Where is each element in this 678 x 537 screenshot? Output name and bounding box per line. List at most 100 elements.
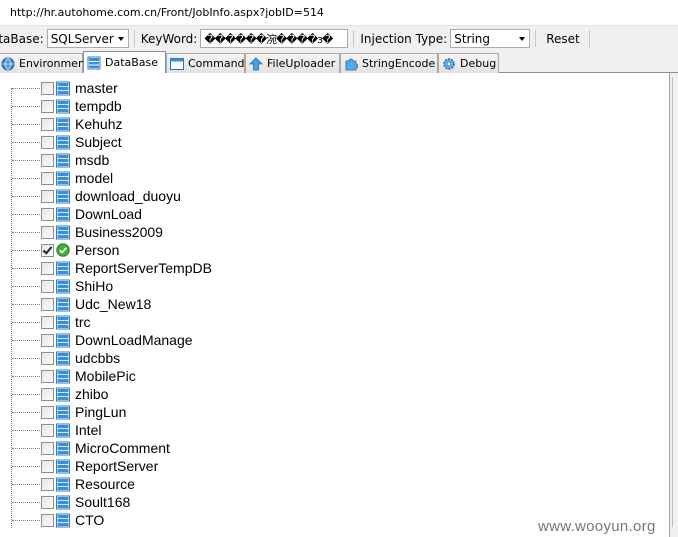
tab-debug[interactable]: Debug [438, 53, 499, 73]
tree-node-label[interactable]: msdb [75, 151, 109, 169]
tree-connector [12, 196, 40, 197]
tree-node-label[interactable]: download_duoyu [75, 187, 181, 205]
node-checkbox[interactable] [41, 118, 54, 131]
node-checkbox[interactable] [41, 208, 54, 221]
database-tree: master tempdb Kehuhz Subject msdb model downlo… [0, 79, 660, 529]
tree-node[interactable]: master [0, 79, 660, 97]
tree-node[interactable]: download_duoyu [0, 187, 660, 205]
tree-node-label[interactable]: Resource [75, 475, 135, 493]
node-checkbox[interactable] [41, 406, 54, 419]
tab-fileuploader[interactable]: FileUploader [245, 53, 340, 73]
node-checkbox[interactable] [41, 82, 54, 95]
tree-node-label[interactable]: model [75, 169, 113, 187]
tree-node[interactable]: Kehuhz [0, 115, 660, 133]
tree-node-label[interactable]: zhibo [75, 385, 108, 403]
node-checkbox[interactable] [41, 298, 54, 311]
node-checkbox[interactable] [41, 100, 54, 113]
tree-node-label[interactable]: MobilePic [75, 367, 136, 385]
node-checkbox[interactable] [41, 424, 54, 437]
injection-type-select[interactable]: String [450, 29, 531, 48]
database-icon [56, 297, 70, 312]
tree-node[interactable]: trc [0, 313, 660, 331]
tree-node-label[interactable]: Business2009 [75, 223, 163, 241]
node-checkbox[interactable] [41, 280, 54, 293]
database-tree-panel[interactable]: master tempdb Kehuhz Subject msdb model downlo… [0, 73, 670, 537]
node-checkbox[interactable] [41, 334, 54, 347]
tab-stringencode[interactable]: StringEncode [340, 53, 438, 73]
tree-connector [12, 160, 40, 161]
node-checkbox[interactable] [41, 136, 54, 149]
tree-node-label[interactable]: ReportServerTempDB [75, 259, 212, 277]
tree-node-label[interactable]: trc [75, 313, 91, 331]
tree-node[interactable]: DownLoad [0, 205, 660, 223]
node-checkbox[interactable] [41, 226, 54, 239]
tree-node-label[interactable]: udcbbs [75, 349, 120, 367]
node-checkbox[interactable] [41, 262, 54, 275]
tree-connector [12, 322, 40, 323]
tree-node[interactable]: MobilePic [0, 367, 660, 385]
tree-node-label[interactable]: Soult168 [75, 493, 130, 511]
tree-node-label[interactable]: ShiHo [75, 277, 113, 295]
keyword-input[interactable]: ������涴����з� [200, 29, 349, 48]
tree-node[interactable]: MicroComment [0, 439, 660, 457]
tree-node[interactable]: ReportServerTempDB [0, 259, 660, 277]
tree-node[interactable]: Intel [0, 421, 660, 439]
url-bar[interactable]: http://hr.autohome.com.cn/Front/JobInfo.… [0, 0, 678, 26]
tree-node-label[interactable]: ReportServer [75, 457, 158, 475]
tree-node-label[interactable]: PingLun [75, 403, 126, 421]
node-checkbox[interactable] [41, 460, 54, 473]
tree-node-label[interactable]: MicroComment [75, 439, 170, 457]
tree-node-label[interactable]: Udc_New18 [75, 295, 151, 313]
tree-node[interactable]: Resource [0, 475, 660, 493]
tree-node[interactable]: Udc_New18 [0, 295, 660, 313]
tab-bar: Environment DataBase Command FileUploade… [0, 51, 678, 73]
node-checkbox[interactable] [41, 442, 54, 455]
tree-connector [12, 232, 40, 233]
tree-node[interactable]: ReportServer [0, 457, 660, 475]
keyword-value: ������涴����з� [204, 32, 333, 46]
tree-node[interactable]: Subject [0, 133, 660, 151]
tab-database[interactable]: DataBase [83, 51, 166, 73]
node-checkbox[interactable] [41, 388, 54, 401]
node-checkbox[interactable] [41, 154, 54, 167]
tree-node-label[interactable]: tempdb [75, 97, 122, 115]
node-checkbox[interactable] [41, 496, 54, 509]
node-checkbox[interactable] [41, 244, 54, 257]
tree-node[interactable]: PingLun [0, 403, 660, 421]
database-icon [56, 135, 70, 150]
tree-node[interactable]: ShiHo [0, 277, 660, 295]
node-checkbox[interactable] [41, 316, 54, 329]
injection-type-value: String [454, 31, 491, 46]
database-icon [56, 225, 70, 240]
node-checkbox[interactable] [41, 172, 54, 185]
splitter[interactable] [670, 73, 678, 537]
node-checkbox[interactable] [41, 370, 54, 383]
tree-node-label[interactable]: Subject [75, 133, 122, 151]
tree-node-label[interactable]: master [75, 79, 118, 97]
tree-node[interactable]: model [0, 169, 660, 187]
tree-node-label[interactable]: DownLoad [75, 205, 142, 223]
tree-node[interactable]: Person [0, 241, 660, 259]
node-checkbox[interactable] [41, 352, 54, 365]
node-checkbox[interactable] [41, 478, 54, 491]
node-checkbox[interactable] [41, 190, 54, 203]
database-icon [56, 189, 70, 204]
tree-node[interactable]: DownLoadManage [0, 331, 660, 349]
node-checkbox[interactable] [41, 514, 54, 527]
url-text[interactable]: http://hr.autohome.com.cn/Front/JobInfo.… [0, 6, 324, 19]
tab-environment[interactable]: Environment [0, 53, 89, 73]
tree-node-label[interactable]: Intel [75, 421, 101, 439]
tab-command[interactable]: Command [166, 53, 245, 73]
tree-node[interactable]: Soult168 [0, 493, 660, 511]
tree-node-label[interactable]: Person [75, 241, 119, 259]
database-select[interactable]: SQLServer [46, 29, 129, 48]
tree-node-label[interactable]: CTO [75, 511, 104, 529]
tree-node[interactable]: Business2009 [0, 223, 660, 241]
tree-node[interactable]: msdb [0, 151, 660, 169]
tree-node-label[interactable]: DownLoadManage [75, 331, 193, 349]
tree-node[interactable]: tempdb [0, 97, 660, 115]
tree-node-label[interactable]: Kehuhz [75, 115, 122, 133]
tree-node[interactable]: udcbbs [0, 349, 660, 367]
reset-button[interactable]: Reset [542, 30, 584, 48]
tree-node[interactable]: zhibo [0, 385, 660, 403]
